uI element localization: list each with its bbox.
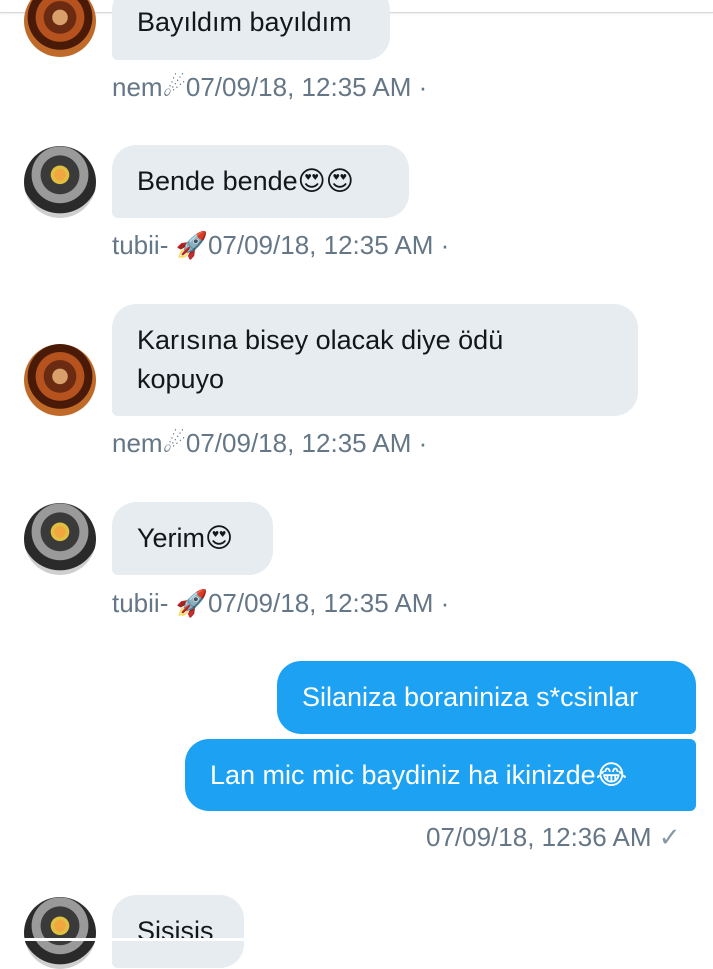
sender-name: nem☄	[112, 428, 186, 458]
timestamp: 07/09/18, 12:35 AM ·	[207, 230, 450, 260]
message-meta: tubii- 🚀07/09/18, 12:35 AM ·	[112, 588, 449, 619]
sent-message-bubble[interactable]: Silaniza boraniniza s*csinlar	[277, 661, 696, 734]
sent-check-icon: ✓	[658, 822, 681, 852]
timestamp: 07/09/18, 12:35 AM ·	[207, 588, 450, 618]
message-bubble[interactable]: Yerim😍	[112, 502, 273, 575]
timestamp: 07/09/18, 12:35 AM ·	[185, 72, 428, 102]
message-text: Yerim😍	[137, 523, 234, 553]
sender-name: nem☄	[112, 72, 186, 102]
message-meta: tubii- 🚀07/09/18, 12:35 AM ·	[112, 230, 449, 261]
sender-name: tubii- 🚀	[112, 588, 208, 618]
message-meta: 07/09/18, 12:36 AM ✓	[426, 822, 681, 853]
avatar-tubii[interactable]	[24, 897, 96, 969]
message-text-line: Karısına bisey olacak diye ödü	[137, 325, 504, 355]
message-text: Silaniza boraniniza s*csinlar	[302, 682, 639, 712]
avatar-tubii[interactable]	[24, 503, 96, 575]
timestamp: 07/09/18, 12:35 AM ·	[185, 428, 428, 458]
message-bubble[interactable]: Sisisis	[112, 895, 244, 968]
avatar-nem[interactable]	[24, 344, 96, 416]
message-text: Lan mic mic baydiniz ha ikinizde😂	[210, 760, 628, 790]
message-bubble[interactable]: Bende bende😍😍	[112, 145, 409, 218]
message-bubble[interactable]: Karısına bisey olacak diye ödü kopuyo	[112, 304, 638, 416]
message-meta: nem☄07/09/18, 12:35 AM ·	[112, 428, 427, 459]
sender-name: tubii- 🚀	[112, 230, 208, 260]
message-text: Sisisis	[137, 916, 214, 946]
avatar-tubii[interactable]	[24, 146, 96, 218]
message-text: Bayıldım bayıldım	[137, 7, 352, 37]
timestamp: 07/09/18, 12:36 AM	[426, 822, 652, 852]
avatar-nem[interactable]	[24, 0, 96, 57]
message-meta: nem☄07/09/18, 12:35 AM ·	[112, 72, 427, 103]
message-text: Bende bende😍😍	[137, 166, 354, 196]
sent-message-bubble[interactable]: Lan mic mic baydiniz ha ikinizde😂	[185, 739, 696, 811]
message-bubble[interactable]: Bayıldım bayıldım	[112, 0, 390, 60]
message-text-line: kopuyo	[137, 364, 225, 394]
